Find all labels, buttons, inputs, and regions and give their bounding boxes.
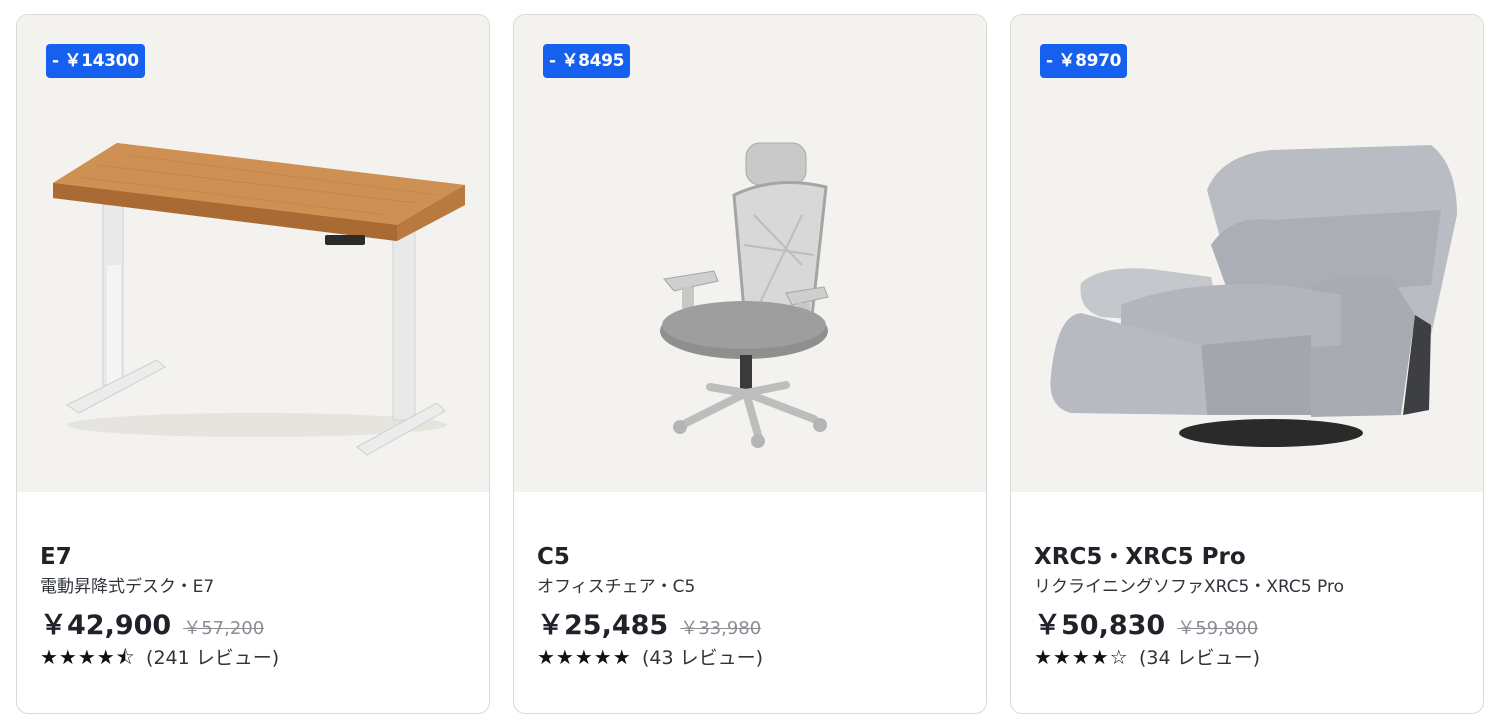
original-price: ￥57,200 [183,618,265,639]
product-name[interactable]: C5 [537,542,976,572]
rating-row: ★★★★★ (43 レビュー) [537,643,976,672]
product-image-area[interactable] [1011,15,1483,492]
product-description: 電動昇降式デスク・E7 [40,577,215,597]
product-image-area[interactable] [17,15,489,492]
product-info: XRC5・XRC5 Pro リクライニングソファXRC5・XRC5 Pro ￥5… [1034,542,1473,672]
discount-badge: - ￥14300 [46,44,145,78]
product-info: C5 オフィスチェア・C5 ￥25,485 ￥33,980 ★★★★★ (43 … [537,542,976,672]
sale-price: ￥25,485 [537,610,669,641]
discount-badge: - ￥8970 [1040,44,1128,78]
product-description: リクライニングソファXRC5・XRC5 Pro [1034,577,1344,597]
price-row: ￥25,485 ￥33,980 [537,603,976,641]
rating-row: ★★★★⯪ (241 レビュー) [40,643,479,672]
standing-desk-image [53,143,465,456]
product-name[interactable]: XRC5・XRC5 Pro [1034,542,1473,572]
product-info: E7 電動昇降式デスク・E7 ￥42,900 ￥57,200 ★★★★⯪ (24… [40,542,479,672]
product-card-e7[interactable]: - ￥14300 E7 電動昇降式デスク・E7 ￥42,900 ￥57,200 … [16,14,490,714]
sale-price: ￥50,830 [1034,610,1166,641]
product-image-area[interactable] [514,15,986,492]
review-count[interactable]: (43 レビュー) [642,647,763,669]
original-price: ￥33,980 [680,618,762,639]
price-row: ￥42,900 ￥57,200 [40,603,479,641]
product-description: オフィスチェア・C5 [537,577,696,597]
star-rating-icon: ★★★★⯪ [40,645,136,669]
price-row: ￥50,830 ￥59,800 [1034,603,1473,641]
product-card-c5[interactable]: - ￥8495 C5 オフィスチェア・C5 ￥25,485 ￥33,980 ★★… [513,14,987,714]
star-rating-icon: ★★★★☆ [1034,645,1129,669]
review-count[interactable]: (34 レビュー) [1139,647,1260,669]
rating-row: ★★★★☆ (34 レビュー) [1034,643,1473,672]
original-price: ￥59,800 [1177,618,1259,639]
discount-badge: - ￥8495 [543,44,631,78]
sale-price: ￥42,900 [40,610,172,641]
office-chair-image [660,142,829,448]
product-name[interactable]: E7 [40,542,479,572]
recliner-sofa-image [1050,145,1457,447]
product-card-xrc5[interactable]: - ￥8970 XRC5・XRC5 Pro リクライニングソファXRC5・XRC… [1010,14,1484,714]
star-rating-icon: ★★★★★ [537,645,632,669]
review-count[interactable]: (241 レビュー) [146,647,279,669]
